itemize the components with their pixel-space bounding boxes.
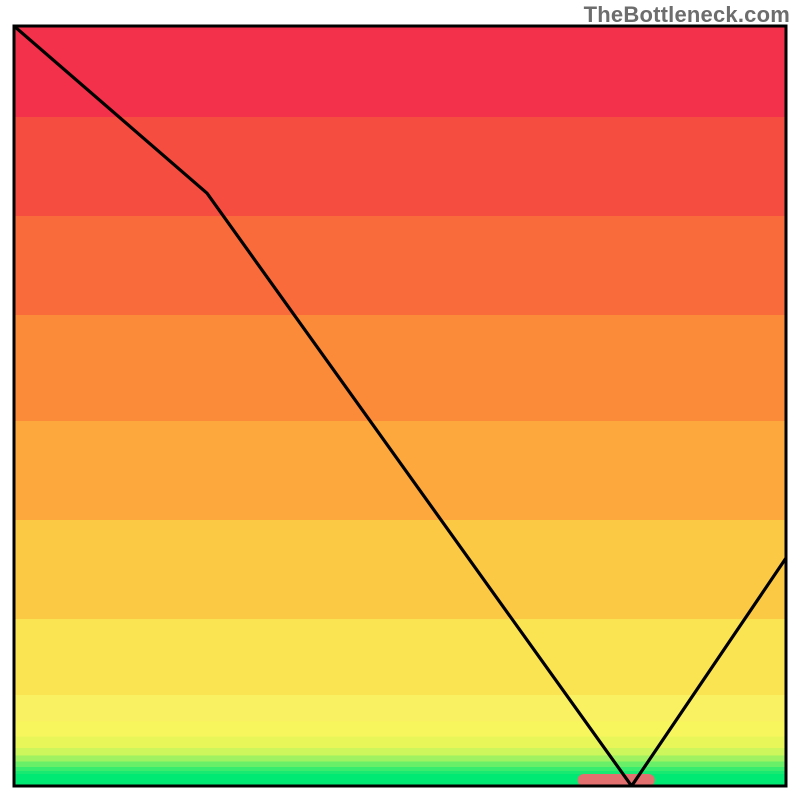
optimal-range-marker — [578, 774, 655, 786]
chart-background — [14, 26, 786, 786]
bottleneck-chart — [0, 0, 800, 800]
chart-container: { "attribution": "TheBottleneck.com", "c… — [0, 0, 800, 800]
